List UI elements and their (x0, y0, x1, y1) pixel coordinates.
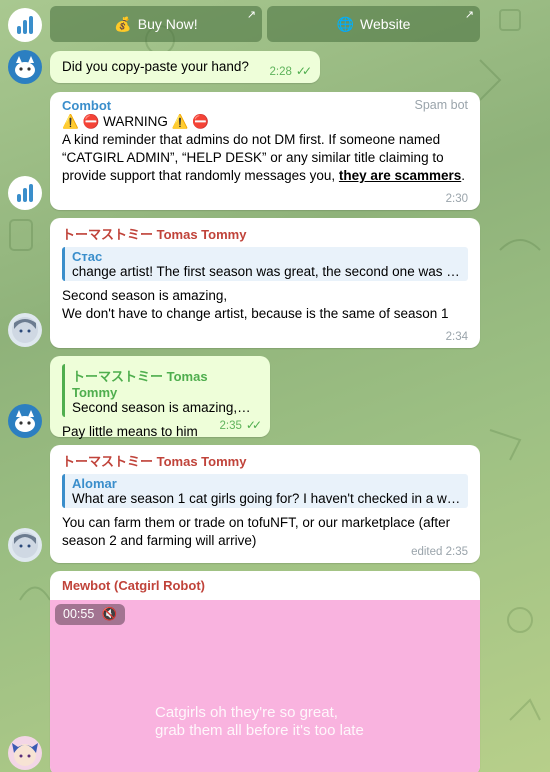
read-ticks-icon: ✓✓ (245, 418, 262, 432)
globe-icon: 🌐 (336, 15, 355, 32)
user-avatar[interactable] (8, 404, 42, 438)
reply-quote[interactable]: トーマストミー Tomas Tommy Second season is ama… (62, 364, 258, 417)
message-time: 2:34 (445, 331, 468, 343)
video-caption: Catgirls oh they're so great, grab them … (155, 704, 364, 740)
website-label: Website (360, 16, 411, 32)
muted-speaker-icon[interactable]: 🔇 (102, 607, 118, 621)
reply-quote[interactable]: Alomar What are season 1 cat girls going… (62, 474, 468, 508)
bold-underlined-text: they are scammers (338, 168, 462, 183)
sender-name[interactable]: トーマストミー Tomas Tommy (62, 224, 468, 243)
bar-chart-icon (17, 16, 33, 34)
combot-avatar[interactable] (8, 8, 42, 42)
combot-avatar[interactable] (8, 176, 42, 210)
message-bubble[interactable]: Combot Spam bot ⚠️ ⛔ WARNING ⚠️ ⛔ A kind… (50, 92, 480, 210)
video-time: 00:55 (63, 607, 95, 621)
video-caption-line: Catgirls oh they're so great, (155, 704, 338, 721)
message-text-line: You can farm them or trade on tofuNFT, o… (62, 515, 451, 530)
quote-author: Стас (72, 249, 103, 264)
anime-avatar-icon (12, 317, 38, 343)
video-player[interactable]: 00:55 🔇 Catgirls oh they're so great, gr… (50, 600, 480, 772)
admin-badge: Spam bot (414, 98, 468, 112)
message-time: 2:30 (445, 193, 468, 205)
quote-text: change artist! The first season was grea… (72, 264, 461, 279)
message-text-line: season 2 and farming will arrive) (62, 533, 257, 548)
website-button[interactable]: 🌐 Website ↗ (267, 6, 480, 42)
message-text-line: Second season is amazing, (62, 288, 228, 303)
cat-avatar-icon (15, 410, 35, 432)
message-bubble[interactable]: トーマストミー Tomas Tommy Стас change artist! … (50, 218, 480, 348)
cat-avatar-icon (15, 56, 35, 78)
buy-now-button[interactable]: 💰 Buy Now! ↗ (50, 6, 262, 42)
message-text-line: We don't have to change artist, because … (62, 306, 449, 321)
message-bubble[interactable]: トーマストミー Tomas Tommy Alomar What are seas… (50, 445, 480, 563)
quote-text: What are season 1 cat girls going for? I… (72, 491, 461, 506)
quote-author: Alomar (72, 476, 117, 491)
message-time: 2:28 ✓✓ (269, 64, 313, 78)
warning-line: ⚠️ ⛔ WARNING ⚠️ ⛔ (62, 114, 209, 129)
message-bubble[interactable]: Mewbot (Catgirl Robot) 00:55 🔇 Catgirls … (50, 571, 480, 772)
quote-text: Second season is amazing, W... (72, 400, 251, 415)
tomas-avatar[interactable] (8, 528, 42, 562)
buy-now-label: Buy Now! (137, 16, 198, 32)
video-caption-line: grab them all before it's too late (155, 722, 364, 739)
external-link-icon: ↗ (246, 9, 256, 21)
message-text: A kind reminder that admins do not DM fi… (62, 132, 466, 183)
anime-avatar-icon (12, 532, 38, 558)
tomas-avatar[interactable] (8, 313, 42, 347)
bar-chart-icon (17, 184, 33, 202)
sender-name[interactable]: Mewbot (Catgirl Robot) (50, 571, 480, 598)
read-ticks-icon: ✓✓ (295, 64, 312, 78)
catgirl-avatar-icon (12, 743, 38, 766)
quote-author: トーマストミー Tomas Tommy (72, 369, 208, 400)
sender-name[interactable]: トーマストミー Tomas Tommy (62, 451, 468, 470)
user-avatar[interactable] (8, 50, 42, 84)
money-bag-icon: 💰 (114, 15, 132, 32)
mewbot-avatar[interactable] (8, 736, 42, 770)
reply-quote[interactable]: Стас change artist! The first season was… (62, 247, 468, 281)
message-bubble[interactable]: トーマストミー Tomas Tommy Second season is ama… (50, 356, 270, 439)
message-bubble[interactable]: Did you copy-paste your hand? 2:28 ✓✓ (50, 51, 320, 83)
external-link-icon: ↗ (464, 9, 474, 21)
video-duration-badge[interactable]: 00:55 🔇 (55, 604, 126, 625)
message-time: 2:35 ✓✓ (219, 418, 263, 432)
message-time: edited 2:35 (411, 546, 468, 558)
sender-name[interactable]: Combot (62, 98, 111, 113)
